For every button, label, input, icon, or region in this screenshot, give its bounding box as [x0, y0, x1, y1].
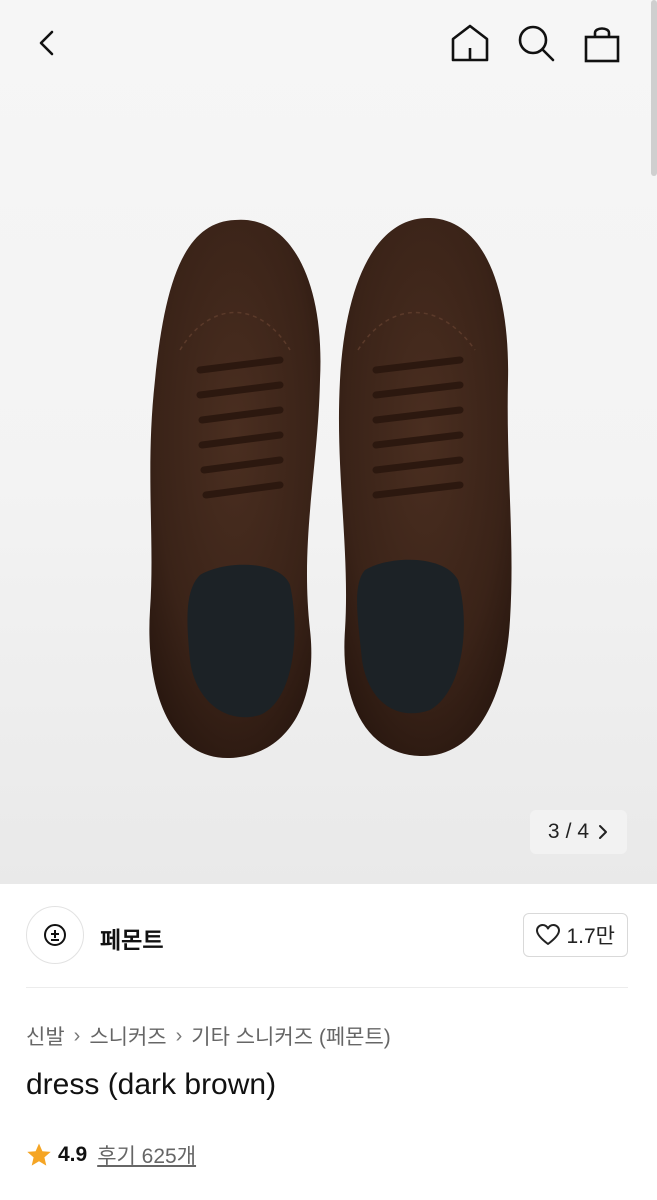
- home-button[interactable]: [446, 19, 494, 67]
- product-title: dress (dark brown): [26, 1068, 277, 1101]
- divider: [26, 987, 628, 988]
- brand-row: 페몬트 1.7만: [26, 906, 628, 964]
- chevron-left-icon: [39, 30, 54, 56]
- search-icon: [518, 25, 555, 62]
- home-icon: [451, 24, 489, 62]
- total-images: 4: [577, 820, 590, 843]
- top-navigation-bar: [0, 0, 657, 88]
- brand-logo[interactable]: [26, 906, 84, 964]
- search-button[interactable]: [512, 19, 560, 67]
- breadcrumb: 신발 › 스니커즈 › 기타 스니커즈 (페몬트): [26, 1021, 391, 1051]
- product-image-gallery[interactable]: [0, 0, 657, 884]
- like-button[interactable]: 1.7만: [523, 913, 628, 957]
- counter-separator: /: [565, 820, 572, 843]
- breadcrumb-item-other-sneakers[interactable]: 기타 스니커즈 (페몬트): [191, 1021, 391, 1051]
- brand-logo-mark: [44, 924, 66, 946]
- back-button[interactable]: [24, 19, 72, 67]
- chevron-right-icon: [599, 825, 608, 839]
- product-photo: [149, 217, 512, 759]
- breadcrumb-item-shoes[interactable]: 신발: [26, 1021, 65, 1051]
- image-pagination[interactable]: 3 / 4: [530, 810, 627, 854]
- rating-score: 4.9: [58, 1143, 88, 1166]
- star-icon: [27, 1143, 51, 1166]
- shopping-bag-icon: [584, 27, 620, 63]
- like-count: 1.7만: [566, 925, 615, 948]
- review-count-link[interactable]: 후기 625개: [97, 1140, 196, 1170]
- chevron-right-icon: ›: [175, 1024, 183, 1047]
- current-image-index: 3: [547, 820, 560, 843]
- image-counter: 3 / 4: [548, 820, 589, 844]
- heart-icon: [536, 924, 561, 945]
- brand-name[interactable]: 페몬트: [100, 921, 163, 955]
- rating-summary: 4.9 후기 625개: [26, 1140, 196, 1170]
- shopping-bag-button[interactable]: [578, 19, 626, 67]
- chevron-right-icon: ›: [73, 1024, 81, 1047]
- breadcrumb-item-sneakers[interactable]: 스니커즈: [89, 1021, 166, 1051]
